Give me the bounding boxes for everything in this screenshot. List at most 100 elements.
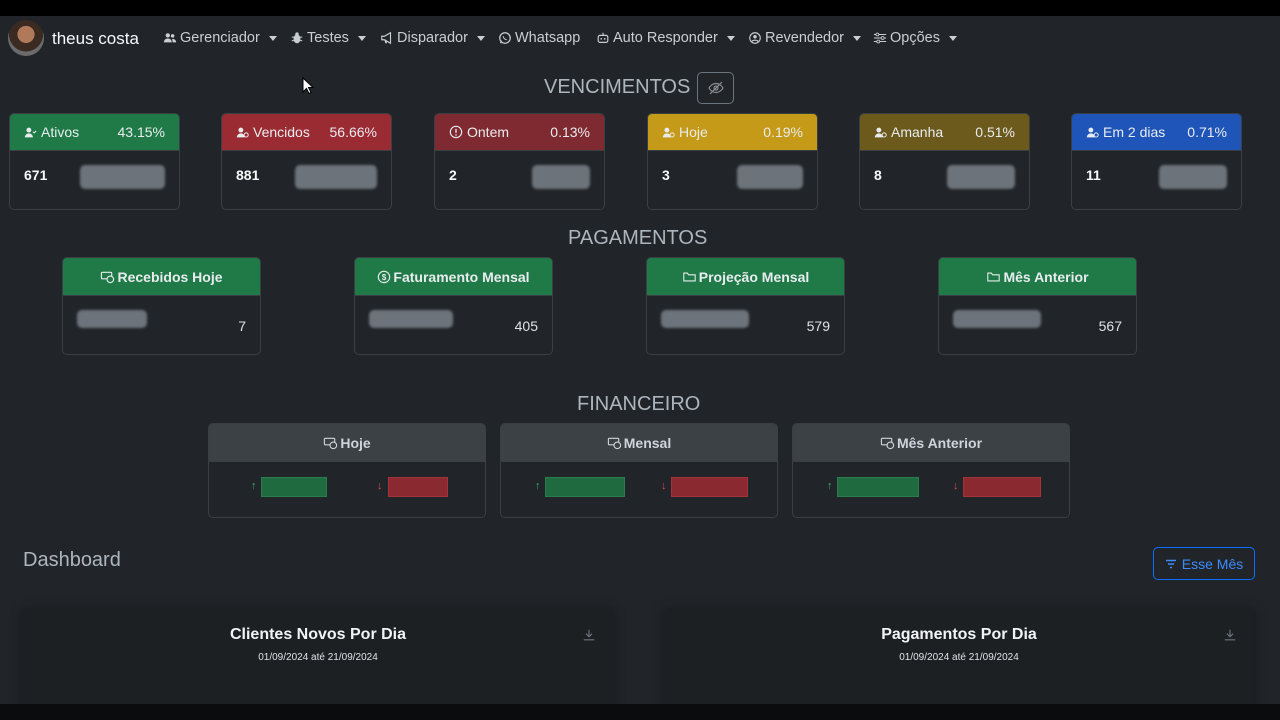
- card-financeiro-mensal[interactable]: Mensal ↑ ↓: [500, 423, 778, 518]
- folder-icon: [987, 272, 1001, 281]
- nav-gerenciador[interactable]: Gerenciador: [163, 30, 277, 46]
- section-title-pagamentos: PAGAMENTOS: [568, 227, 708, 249]
- card-body: 579: [647, 295, 844, 354]
- card-count: 671: [24, 167, 48, 183]
- nav-label: Auto Responder: [613, 30, 718, 46]
- nav-label: Disparador: [397, 30, 468, 46]
- card-header: Amanha 0.51%: [860, 114, 1029, 150]
- whatsapp-icon: [499, 32, 511, 44]
- nav-label: Gerenciador: [180, 30, 260, 46]
- arrow-down-icon: ↓: [661, 480, 667, 492]
- card-header: $ Faturamento Mensal: [355, 258, 552, 295]
- sliders-icon: [873, 32, 887, 44]
- nav-label: Opções: [890, 30, 940, 46]
- card-label: Projeção Mensal: [698, 268, 810, 285]
- nav-revendedor[interactable]: Revendedor: [748, 30, 861, 46]
- brand-name[interactable]: theus costa: [52, 29, 139, 49]
- card-recebidos-hoje[interactable]: Recebidos Hoje 7: [62, 257, 261, 355]
- card-header: Vencidos 56.66%: [222, 114, 391, 150]
- hidden-value: [369, 310, 453, 328]
- card-amanha[interactable]: Amanha 0.51% 8: [859, 113, 1030, 210]
- card-ativos[interactable]: Ativos 43.15% 671: [9, 113, 180, 210]
- card-value: 7: [238, 318, 246, 334]
- hidden-value: [295, 165, 377, 189]
- download-icon[interactable]: [1223, 628, 1237, 642]
- card-header: Hoje 0.19%: [648, 114, 817, 150]
- megaphone-icon: [381, 31, 392, 45]
- users-icon: [163, 33, 177, 43]
- card-percent: 0.71%: [1187, 124, 1227, 140]
- card-mes-anterior[interactable]: Mês Anterior 567: [938, 257, 1137, 355]
- hidden-value: [80, 165, 165, 189]
- user-clock-icon: [662, 127, 675, 137]
- card-label: Ativos: [41, 124, 80, 140]
- card-header: Mês Anterior: [793, 424, 1069, 461]
- filter-icon: [1165, 559, 1176, 568]
- nav-testes[interactable]: Testes: [290, 30, 366, 46]
- card-count: 8: [874, 167, 882, 183]
- money-icon: [880, 437, 895, 450]
- card-header: Ativos 43.15%: [10, 114, 179, 150]
- nav-auto-responder[interactable]: Auto Responder: [596, 30, 735, 46]
- panel-date-range: 01/09/2024 até 21/09/2024: [258, 652, 378, 663]
- nav-label: Whatsapp: [515, 30, 581, 46]
- card-header: Recebidos Hoje: [63, 258, 260, 295]
- bug-icon: [291, 32, 303, 44]
- arrow-up-icon: ↑: [535, 480, 541, 492]
- card-label: Mês Anterior: [1003, 268, 1089, 285]
- arrow-up-icon: ↑: [251, 480, 257, 492]
- card-body: 881: [222, 150, 391, 209]
- card-label: Mês Anterior: [896, 434, 983, 451]
- chevron-down-icon: [357, 35, 366, 41]
- expense-bar: [388, 477, 448, 497]
- card-body: 3: [648, 150, 817, 209]
- section-title-vencimentos: VENCIMENTOS: [544, 76, 691, 98]
- card-label: Amanha: [891, 124, 944, 140]
- card-label: Vencidos: [253, 124, 310, 140]
- panel-title: Pagamentos Por Dia: [881, 626, 1037, 643]
- card-value: 579: [806, 318, 830, 334]
- download-icon[interactable]: [582, 628, 596, 642]
- card-em-2-dias[interactable]: Em 2 dias 0.71% 11: [1071, 113, 1242, 210]
- card-financeiro-hoje[interactable]: Hoje ↑ ↓: [208, 423, 486, 518]
- card-vencidos[interactable]: Vencidos 56.66% 881: [221, 113, 392, 210]
- card-body: ↑ ↓: [501, 461, 777, 517]
- card-body: 8: [860, 150, 1029, 209]
- eye-slash-icon: [707, 81, 724, 95]
- nav-disparador[interactable]: Disparador: [380, 30, 485, 46]
- toggle-visibility-button[interactable]: [697, 72, 734, 104]
- income-bar: [837, 477, 919, 497]
- card-label: Hoje: [340, 434, 371, 451]
- nav-whatsapp[interactable]: Whatsapp: [498, 30, 580, 46]
- card-count: 881: [236, 167, 260, 183]
- hidden-value: [1159, 165, 1227, 189]
- card-hoje[interactable]: Hoje 0.19% 3: [647, 113, 818, 210]
- mouse-cursor-icon: [302, 77, 314, 95]
- card-percent: 56.66%: [329, 124, 377, 140]
- card-percent: 0.19%: [763, 124, 803, 140]
- alert-circle-icon: [449, 125, 463, 139]
- avatar[interactable]: [8, 20, 44, 56]
- card-ontem[interactable]: Ontem 0.13% 2: [434, 113, 605, 210]
- user-x-icon: [236, 127, 249, 137]
- card-projecao-mensal[interactable]: Projeção Mensal 579: [646, 257, 845, 355]
- nav-opcoes[interactable]: Opções: [873, 30, 957, 46]
- card-header: Mês Anterior: [939, 258, 1136, 295]
- chevron-down-icon: [726, 35, 735, 41]
- svg-text:$: $: [382, 273, 387, 282]
- reseller-icon: [749, 32, 761, 44]
- card-financeiro-mes-anterior[interactable]: Mês Anterior ↑ ↓: [792, 423, 1070, 518]
- card-body: 671: [10, 150, 179, 209]
- card-percent: 43.15%: [117, 124, 165, 140]
- filter-month-button[interactable]: Esse Mês: [1153, 547, 1255, 580]
- folder-icon: [683, 272, 696, 281]
- card-faturamento-mensal[interactable]: $ Faturamento Mensal 405: [354, 257, 553, 355]
- income-bar: [261, 477, 327, 497]
- hidden-value: [737, 165, 803, 189]
- user-check-icon: [24, 127, 37, 137]
- card-percent: 0.13%: [550, 124, 590, 140]
- chart-panel-clientes-novos: Clientes Novos Por Dia 01/09/2024 até 21…: [22, 610, 614, 704]
- card-header: Hoje: [209, 424, 485, 461]
- panel-title: Clientes Novos Por Dia: [229, 626, 407, 643]
- card-body: 2: [435, 150, 604, 209]
